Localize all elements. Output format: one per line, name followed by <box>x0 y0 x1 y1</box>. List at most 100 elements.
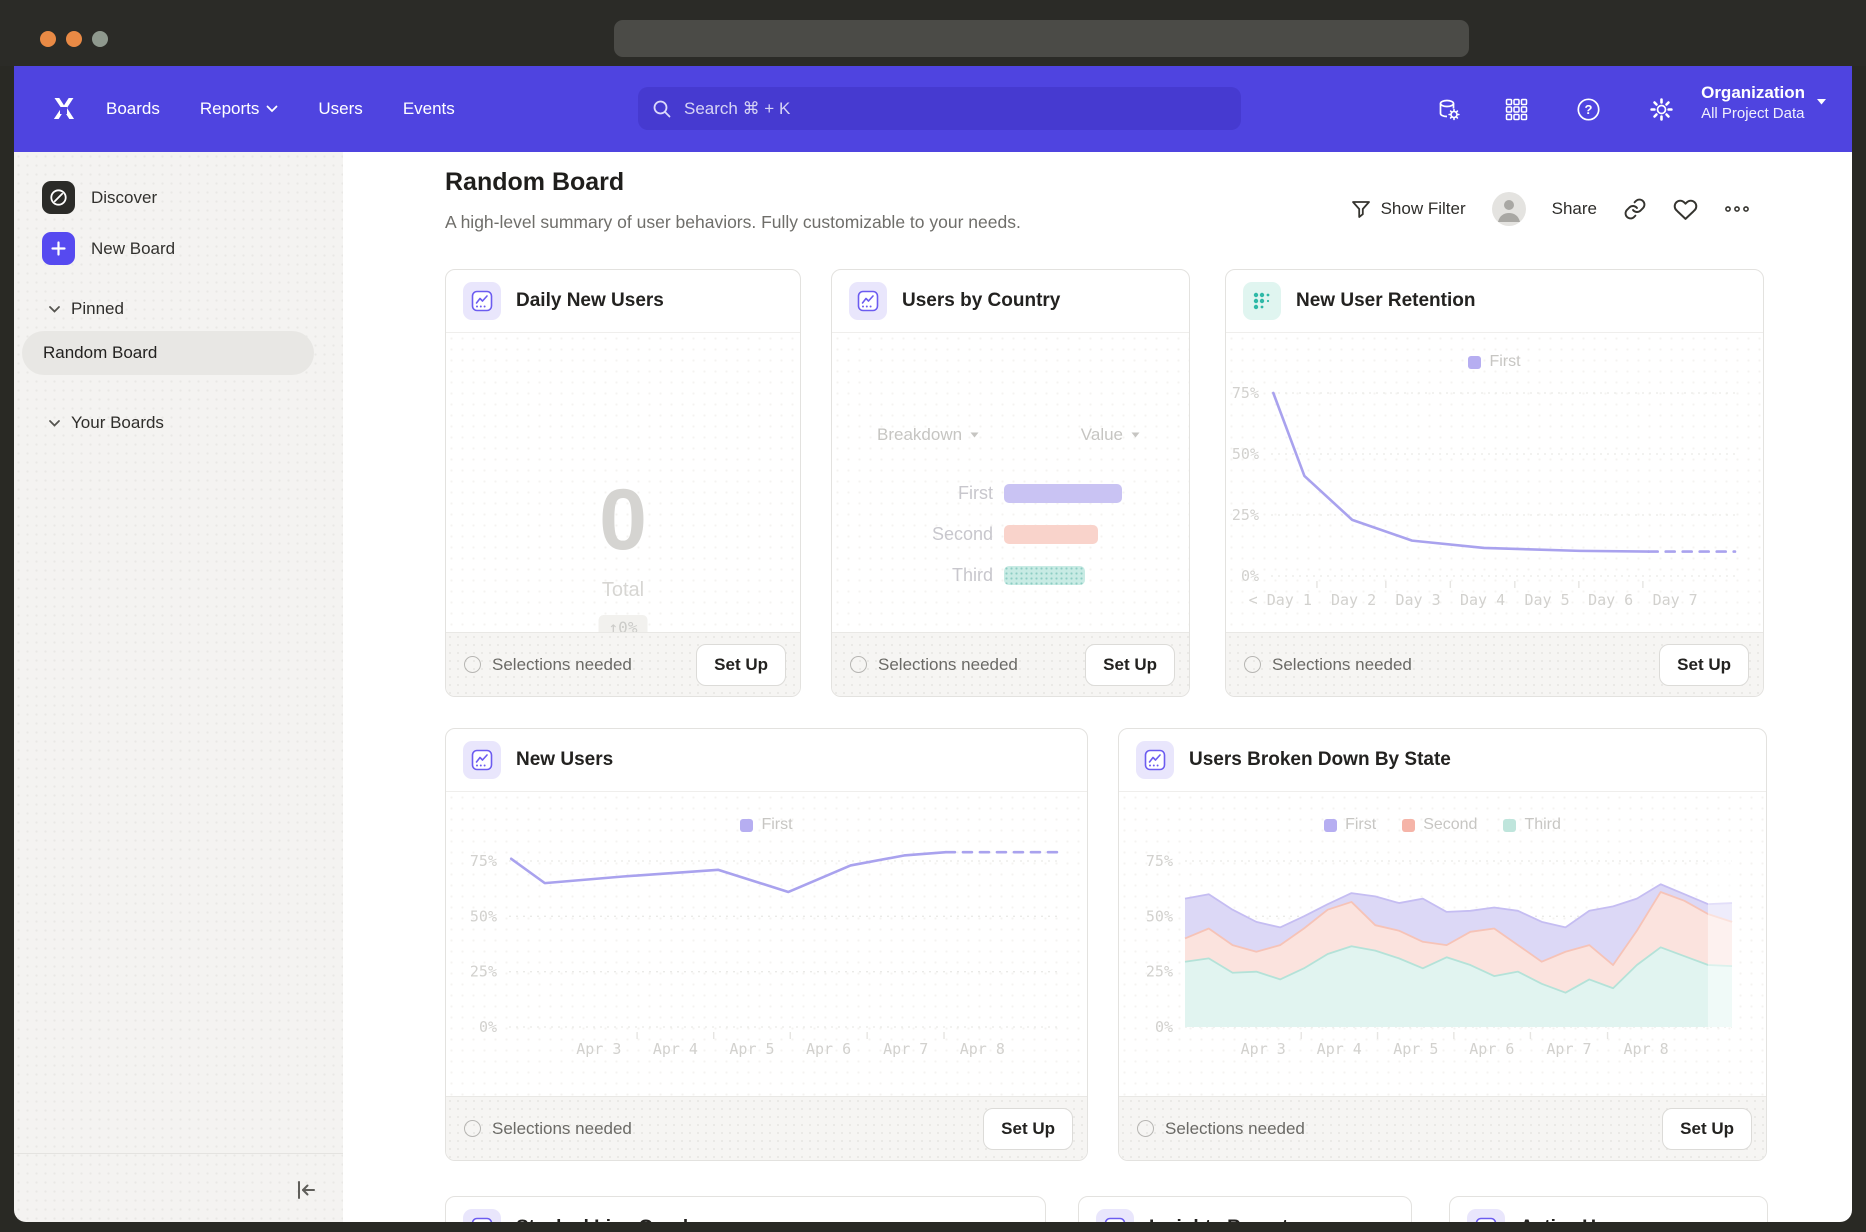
svg-text:50%: 50% <box>470 907 497 925</box>
value-bar <box>1004 525 1098 544</box>
board-content: Random Board A high-level summary of use… <box>343 152 1852 1222</box>
org-name: Organization <box>1701 81 1805 105</box>
data-management-icon[interactable] <box>1436 97 1461 122</box>
set-up-button[interactable]: Set Up <box>1659 644 1749 686</box>
card-title[interactable]: Users Broken Down By State <box>1189 749 1451 771</box>
new-users-chart: 75%50%25%0%Apr 3Apr 4Apr 5Apr 6Apr 7Apr … <box>446 792 1087 1096</box>
set-up-button[interactable]: Set Up <box>1662 1108 1752 1150</box>
avatar[interactable] <box>1492 192 1526 226</box>
traffic-light-minimize[interactable] <box>66 31 82 47</box>
card-title[interactable]: Users by Country <box>902 290 1060 312</box>
collapse-sidebar-icon[interactable] <box>293 1177 319 1203</box>
status-text: Selections needed <box>492 1119 972 1139</box>
svg-text:50%: 50% <box>1146 907 1173 925</box>
svg-text:< Day 1: < Day 1 <box>1249 591 1312 609</box>
org-project: All Project Data <box>1701 105 1805 122</box>
line-chart-icon <box>1136 741 1174 779</box>
sidebar-divider <box>14 1153 343 1154</box>
org-switcher[interactable]: Organization All Project Data <box>1701 81 1828 122</box>
svg-text:0%: 0% <box>1155 1018 1173 1036</box>
set-up-button[interactable]: Set Up <box>983 1108 1073 1150</box>
sidebar-item-random-board[interactable]: Random Board <box>22 331 314 375</box>
svg-text:50%: 50% <box>1232 445 1259 463</box>
sidebar-section-your-boards[interactable]: Your Boards <box>48 413 164 433</box>
svg-text:25%: 25% <box>470 963 497 981</box>
card-title[interactable]: Active Users <box>1520 1217 1635 1222</box>
card-title[interactable]: Insights Report <box>1149 1217 1288 1222</box>
nav-item-events[interactable]: Events <box>403 99 455 119</box>
set-up-button[interactable]: Set Up <box>696 644 786 686</box>
status-icon <box>464 656 481 673</box>
svg-text:Apr 3: Apr 3 <box>1241 1040 1286 1058</box>
help-icon[interactable]: ? <box>1576 97 1601 122</box>
breakdown-row: First <box>832 473 1189 514</box>
copy-link-icon[interactable] <box>1623 197 1647 221</box>
traffic-light-zoom[interactable] <box>92 31 108 47</box>
status-text: Selections needed <box>492 655 685 675</box>
state-area-chart: 75%50%25%0%Apr 3Apr 4Apr 5Apr 6Apr 7Apr … <box>1119 792 1766 1096</box>
global-search[interactable] <box>638 87 1241 130</box>
set-up-button[interactable]: Set Up <box>1085 644 1175 686</box>
chevron-down-icon <box>48 419 61 428</box>
show-filter-button[interactable]: Show Filter <box>1351 199 1466 219</box>
search-icon <box>652 99 672 119</box>
svg-text:Day 7: Day 7 <box>1653 591 1698 609</box>
card-title[interactable]: New Users <box>516 749 613 771</box>
svg-text:Apr 3: Apr 3 <box>576 1040 621 1058</box>
card-stacked-line-graph: Stacked Line Graph <box>445 1196 1046 1222</box>
chevron-down-icon <box>1815 97 1828 106</box>
svg-text:Apr 6: Apr 6 <box>1469 1040 1514 1058</box>
card-title[interactable]: Daily New Users <box>516 290 664 312</box>
svg-text:Day 5: Day 5 <box>1525 591 1570 609</box>
card-title[interactable]: Stacked Line Graph <box>516 1217 694 1222</box>
sidebar-section-pinned[interactable]: Pinned <box>48 299 124 319</box>
svg-text:Apr 4: Apr 4 <box>1317 1040 1362 1058</box>
svg-text:Apr 7: Apr 7 <box>883 1040 928 1058</box>
status-icon <box>1137 1120 1154 1137</box>
svg-text:Apr 8: Apr 8 <box>1624 1040 1669 1058</box>
svg-text:Day 4: Day 4 <box>1460 591 1505 609</box>
svg-text:75%: 75% <box>1146 852 1173 870</box>
share-button[interactable]: Share <box>1552 199 1597 219</box>
board-description: A high-level summary of user behaviors. … <box>445 212 1021 233</box>
card-new-user-retention: New User Retention First 75%50%25%0%< Da… <box>1225 269 1764 697</box>
svg-text:Apr 5: Apr 5 <box>1393 1040 1438 1058</box>
value-dropdown[interactable]: Value <box>1081 425 1141 445</box>
svg-text:75%: 75% <box>470 852 497 870</box>
window-titlebar <box>0 0 1866 66</box>
nav-item-boards[interactable]: Boards <box>106 99 160 119</box>
traffic-light-close[interactable] <box>40 31 56 47</box>
sidebar-item-discover[interactable]: Discover <box>42 181 157 214</box>
page-title: Random Board <box>445 168 624 197</box>
svg-text:0%: 0% <box>479 1018 497 1036</box>
status-icon <box>850 656 867 673</box>
row-label: Second <box>832 524 993 545</box>
nav-item-users[interactable]: Users <box>318 99 362 119</box>
sidebar-item-new-board[interactable]: New Board <box>42 232 175 265</box>
settings-gear-icon[interactable] <box>1649 97 1674 122</box>
search-input[interactable] <box>682 98 1227 120</box>
nav-links: Boards Reports Users Events <box>106 66 455 152</box>
nav-item-reports[interactable]: Reports <box>200 99 279 119</box>
line-chart-icon <box>463 282 501 320</box>
apps-grid-icon[interactable] <box>1504 97 1529 122</box>
svg-text:75%: 75% <box>1232 384 1259 402</box>
browser-address-bar[interactable] <box>614 20 1469 57</box>
line-chart-icon <box>849 282 887 320</box>
row-label: First <box>832 483 993 504</box>
chevron-down-icon <box>1130 431 1141 439</box>
table-headers: Breakdown Value <box>877 425 1141 445</box>
retention-grid-icon <box>1243 282 1281 320</box>
breakdown-dropdown[interactable]: Breakdown <box>877 425 980 445</box>
svg-text:Apr 7: Apr 7 <box>1546 1040 1591 1058</box>
status-text: Selections needed <box>1272 655 1648 675</box>
favorite-heart-icon[interactable] <box>1673 198 1698 221</box>
card-users-by-country: Users by Country Breakdown Value First Se… <box>831 269 1190 697</box>
metric-label: Total <box>446 579 800 602</box>
more-options-icon[interactable] <box>1724 204 1750 214</box>
mixpanel-logo-notch <box>60 107 67 114</box>
line-chart-icon <box>1467 1209 1505 1222</box>
card-title[interactable]: New User Retention <box>1296 290 1475 312</box>
svg-text:Apr 8: Apr 8 <box>960 1040 1005 1058</box>
breakdown-row: Third <box>832 555 1189 596</box>
